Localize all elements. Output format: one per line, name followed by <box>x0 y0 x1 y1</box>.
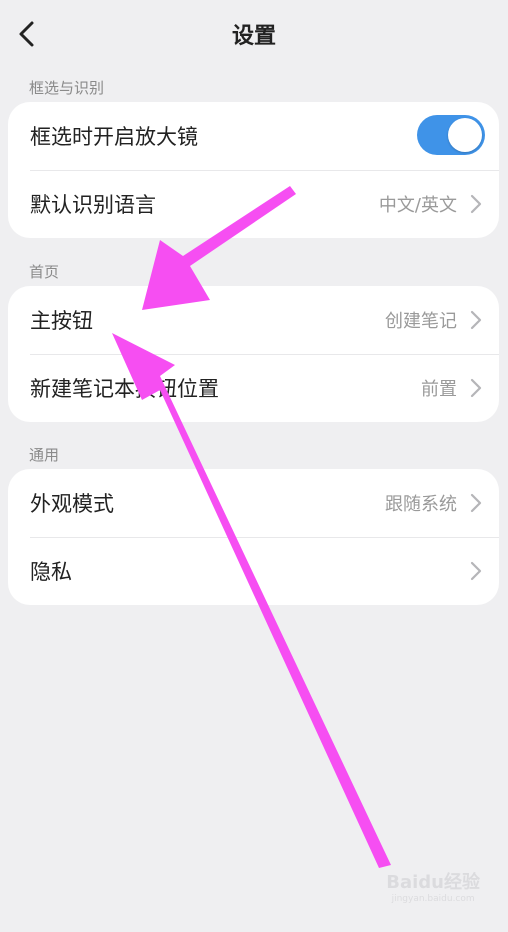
toggle-knob <box>448 118 482 152</box>
setting-value: 中文/英文 <box>378 195 457 216</box>
magnifier-toggle[interactable] <box>417 115 485 155</box>
settings-card-general: 外观模式 跟随系统 隐私 <box>8 469 499 605</box>
setting-row-main-button[interactable]: 主按钮 创建笔记 <box>8 286 499 354</box>
setting-value: 前置 <box>421 379 457 400</box>
header: 设置 <box>0 0 508 70</box>
setting-label: 默认识别语言 <box>30 193 156 217</box>
setting-row-new-notebook-button-position[interactable]: 新建笔记本按钮位置 前置 <box>8 354 499 422</box>
section-label-home: 首页 <box>29 263 60 281</box>
chevron-right-icon <box>470 561 482 581</box>
setting-row-privacy[interactable]: 隐私 <box>8 537 499 605</box>
section-label-general: 通用 <box>29 446 60 464</box>
setting-label: 外观模式 <box>30 492 114 516</box>
watermark-subtext: jingyan.baidu.com <box>391 894 475 904</box>
setting-label: 新建笔记本按钮位置 <box>30 377 219 401</box>
setting-label: 框选时开启放大镜 <box>30 125 198 149</box>
setting-label: 隐私 <box>30 560 72 584</box>
chevron-right-icon <box>470 194 482 214</box>
chevron-right-icon <box>470 310 482 330</box>
setting-row-recognition-language[interactable]: 默认识别语言 中文/英文 <box>8 170 499 238</box>
setting-label: 主按钮 <box>30 309 93 333</box>
settings-card-recognition: 框选时开启放大镜 默认识别语言 中文/英文 <box>8 102 499 238</box>
setting-value: 创建笔记 <box>385 311 457 332</box>
watermark-text: Baidu经验 <box>386 872 480 893</box>
settings-card-home: 主按钮 创建笔记 新建笔记本按钮位置 前置 <box>8 286 499 422</box>
watermark: Baidu经验 jingyan.baidu.com <box>386 868 480 904</box>
section-label-recognition: 框选与识别 <box>29 79 105 97</box>
setting-row-appearance[interactable]: 外观模式 跟随系统 <box>8 469 499 537</box>
page-title: 设置 <box>231 24 276 49</box>
setting-row-magnifier[interactable]: 框选时开启放大镜 <box>8 102 499 170</box>
setting-value: 跟随系统 <box>385 494 457 515</box>
chevron-right-icon <box>470 378 482 398</box>
chevron-right-icon <box>470 493 482 513</box>
